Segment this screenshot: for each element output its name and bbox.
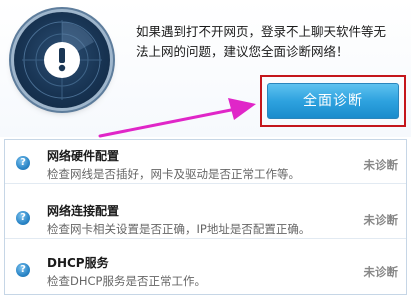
list-item-hardware[interactable]: ? 网络硬件配置 检查网线是否插好，网卡及驱动是否正常工作等。 未诊断 [5, 140, 406, 184]
list-item-dhcp[interactable]: ? DHCP服务 检查DHCP服务是否正常工作。 未诊断 [5, 247, 406, 291]
item-status: 未诊断 [363, 213, 399, 227]
diagnosis-header: 如果遇到打不开网页，登录不上聊天软件等无法上网的问题，建议您全面诊断网络！ 全面… [0, 0, 411, 138]
item-status: 未诊断 [363, 265, 399, 279]
question-icon: ? [16, 263, 30, 277]
item-title: 网络硬件配置 [47, 149, 120, 163]
item-title: 网络连接配置 [47, 204, 120, 218]
pointer-arrow-icon [98, 98, 256, 138]
diagnosis-description: 如果遇到打不开网页，登录不上聊天软件等无法上网的问题，建议您全面诊断网络！ [136, 24, 387, 59]
highlight-frame: 全面诊断 [260, 75, 406, 127]
diagnosis-item-list: ? 网络硬件配置 检查网线是否插好，网卡及驱动是否正常工作等。 未诊断 ? 网络… [4, 139, 407, 295]
item-title: DHCP服务 [47, 256, 109, 270]
question-icon: ? [16, 156, 30, 170]
question-icon: ? [16, 211, 30, 225]
item-subtitle: 检查DHCP服务是否正常工作。 [47, 274, 206, 288]
list-item-connection[interactable]: ? 网络连接配置 检查网卡相关设置是否正确，IP地址是否配置正确。 未诊断 [5, 195, 406, 239]
item-subtitle: 检查网卡相关设置是否正确，IP地址是否配置正确。 [47, 222, 311, 236]
item-subtitle: 检查网线是否插好，网卡及驱动是否正常工作等。 [47, 167, 300, 181]
full-diagnosis-button[interactable]: 全面诊断 [267, 83, 399, 119]
item-status: 未诊断 [363, 158, 399, 172]
radar-exclamation-icon [14, 12, 110, 108]
